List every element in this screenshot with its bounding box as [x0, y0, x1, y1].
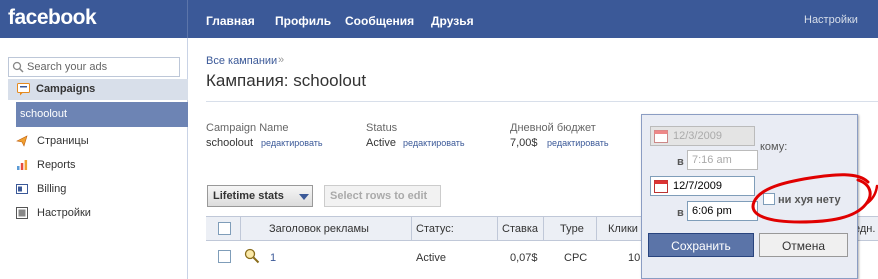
column-header-title[interactable]: Заголовок рекламы: [269, 223, 369, 235]
chevron-down-icon: [299, 194, 309, 200]
save-button[interactable]: Сохранить: [648, 233, 754, 257]
search-input[interactable]: Search your ads: [8, 57, 180, 77]
page-title-campaign: schoolout: [293, 71, 367, 90]
edit-name-link[interactable]: редактировать: [261, 138, 323, 148]
title-divider: [206, 101, 878, 102]
at-label: в: [677, 156, 684, 168]
column-divider: [543, 217, 544, 240]
to-label: кому:: [760, 141, 788, 153]
select-rows-button[interactable]: Select rows to edit: [324, 185, 441, 207]
billing-icon: [16, 184, 28, 194]
column-divider: [240, 217, 241, 240]
page-title: Кампания: schoolout: [206, 71, 366, 91]
campaigns-icon: [17, 83, 30, 96]
nav-messages[interactable]: Сообщения: [345, 14, 414, 28]
budget-label: Дневной бюджет: [510, 122, 596, 134]
row-clicks: 10: [628, 252, 641, 264]
save-button-label: Сохранить: [671, 239, 731, 253]
status-label: Status: [366, 122, 398, 134]
facebook-logo[interactable]: facebook: [8, 6, 97, 30]
search-placeholder: Search your ads: [27, 61, 108, 73]
column-divider: [596, 217, 597, 240]
start-time-value: 7:16 am: [692, 154, 732, 166]
sidebar: Search your ads Campaigns schoolout Стра…: [0, 38, 188, 279]
column-divider: [497, 217, 498, 240]
breadcrumb-separator: »: [278, 54, 285, 66]
start-time-field[interactable]: 7:16 am: [687, 150, 758, 170]
sidebar-item-schoolout[interactable]: schoolout: [16, 102, 188, 127]
end-date-field[interactable]: 12/7/2009: [650, 176, 755, 196]
end-date-value: 12/7/2009: [673, 180, 722, 192]
edit-budget-link[interactable]: редактировать: [547, 138, 609, 148]
sidebar-item-label: Billing: [37, 183, 67, 195]
row-type: CPC: [564, 252, 588, 264]
reports-icon: [17, 160, 28, 170]
sidebar-item-label: schoolout: [20, 108, 68, 120]
at-label: в: [677, 207, 684, 219]
no-end-checkbox[interactable]: [763, 193, 775, 205]
magnifier-icon[interactable]: [244, 248, 260, 264]
cancel-button-label: Отмена: [781, 239, 826, 253]
nav-profile[interactable]: Профиль: [275, 14, 331, 28]
lifetime-stats-label: Lifetime stats: [213, 190, 284, 202]
column-header-type[interactable]: Type: [560, 223, 584, 235]
campaigns-label: Campaigns: [36, 83, 96, 95]
status-value: Active: [366, 137, 396, 149]
sidebar-item-label: Страницы: [37, 135, 89, 147]
calendar-icon: [654, 180, 668, 193]
lifetime-stats-button[interactable]: Lifetime stats: [207, 185, 313, 207]
column-header-bid[interactable]: Ставка: [502, 223, 538, 235]
select-rows-label: Select rows to edit: [330, 190, 428, 202]
row-checkbox[interactable]: [218, 250, 231, 263]
edit-status-link[interactable]: редактировать: [403, 138, 465, 148]
nav-settings[interactable]: Настройки: [804, 14, 858, 26]
row-status: Active: [416, 252, 446, 264]
column-header-clicks[interactable]: Клики: [608, 223, 638, 235]
start-date-field[interactable]: 12/3/2009: [650, 126, 755, 146]
campaign-name-value: schoolout: [206, 137, 254, 149]
select-all-checkbox[interactable]: [218, 222, 231, 235]
logo-divider: [187, 0, 188, 38]
no-end-label: ни хуя нету: [778, 194, 841, 206]
column-header-status[interactable]: Статус:: [416, 223, 454, 235]
cancel-button[interactable]: Отмена: [759, 233, 848, 257]
end-time-field[interactable]: 6:06 pm: [687, 201, 758, 221]
column-divider: [411, 217, 412, 240]
settings-icon: [16, 207, 28, 219]
budget-value: 7,00$: [510, 137, 538, 149]
campaign-name-label: Campaign Name: [206, 122, 289, 134]
end-time-value: 6:06 pm: [692, 205, 732, 217]
pages-icon: [16, 135, 28, 147]
sidebar-campaigns-header[interactable]: Campaigns: [8, 79, 188, 100]
nav-friends[interactable]: Друзья: [431, 14, 474, 28]
row-bid: 0,07$: [510, 252, 538, 264]
search-icon: [12, 61, 24, 73]
nav-home[interactable]: Главная: [206, 14, 255, 28]
page-title-prefix: Кампания:: [206, 71, 289, 90]
calendar-icon: [654, 130, 668, 143]
sidebar-item-label: Reports: [37, 159, 76, 171]
top-bar: facebook Главная Профиль Сообщения Друзь…: [0, 0, 878, 38]
row-title[interactable]: 1: [270, 252, 276, 264]
breadcrumb[interactable]: Все кампании: [206, 55, 277, 67]
sidebar-item-label: Настройки: [37, 207, 91, 219]
start-date-value: 12/3/2009: [673, 130, 722, 142]
